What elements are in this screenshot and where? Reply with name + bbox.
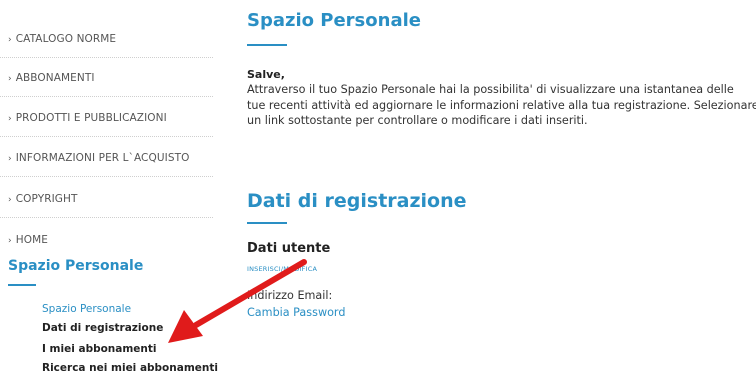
chevron-right-icon: › (8, 35, 12, 45)
intro-line: un link sottostante per controllare o mo… (247, 114, 588, 127)
sidebar: › CATALOGO NORME › ABBONAMENTI › PRODOTTI E… (0, 0, 220, 376)
chevron-right-icon: › (8, 114, 12, 124)
sub-item-miei-abbonamenti[interactable]: I miei abbonamenti (42, 343, 157, 355)
edit-user-data-link[interactable]: INSERISCI/MODIFICA (247, 265, 317, 273)
registration-title-underline (247, 222, 287, 224)
main-content: Spazio Personale Salve, Attraverso il tu… (247, 0, 756, 376)
nav-home[interactable]: › HOME (8, 234, 213, 246)
chevron-right-icon: › (8, 74, 12, 84)
page-title-underline (247, 44, 287, 46)
change-password-link[interactable]: Cambia Password (247, 306, 345, 319)
nav-label: COPYRIGHT (15, 193, 78, 205)
chevron-right-icon: › (8, 236, 12, 246)
nav-label: ABBONAMENTI (15, 72, 95, 84)
chevron-right-icon: › (8, 154, 12, 164)
sub-item-ricerca-abbonamenti[interactable]: Ricerca nei miei abbonamenti (42, 362, 218, 374)
user-data-title: Dati utente (247, 241, 331, 256)
nav-informazioni-acquisto[interactable]: › INFORMAZIONI PER L`ACQUISTO (0, 152, 213, 177)
page-title: Spazio Personale (247, 10, 421, 31)
nav-catalogo-norme[interactable]: › CATALOGO NORME (0, 33, 213, 58)
greeting: Salve, (247, 68, 285, 81)
nav-prodotti-pubblicazioni[interactable]: › PRODOTTI E PUBBLICAZIONI (0, 112, 213, 137)
sub-item-dati-registrazione[interactable]: Dati di registrazione (42, 322, 163, 334)
sidebar-section-title: Spazio Personale (8, 258, 144, 274)
intro-paragraph: Attraverso il tuo Spazio Personale hai l… (247, 82, 756, 129)
sub-item-spazio-personale[interactable]: Spazio Personale (42, 303, 131, 315)
intro-line: Attraverso il tuo Spazio Personale hai l… (247, 83, 734, 96)
nav-abbonamenti[interactable]: › ABBONAMENTI (0, 72, 213, 97)
nav-label: CATALOGO NORME (15, 33, 117, 45)
nav-label: PRODOTTI E PUBBLICAZIONI (15, 112, 167, 124)
nav-label: HOME (15, 234, 48, 246)
chevron-right-icon: › (8, 195, 12, 205)
intro-line: tue recenti attività ed aggiornare le in… (247, 98, 756, 112)
nav-label: INFORMAZIONI PER L`ACQUISTO (15, 152, 190, 164)
sidebar-title-underline (8, 284, 36, 286)
registration-section-title: Dati di registrazione (247, 190, 467, 212)
nav-copyright[interactable]: › COPYRIGHT (0, 193, 213, 218)
email-label: Indirizzo Email: (247, 289, 333, 302)
